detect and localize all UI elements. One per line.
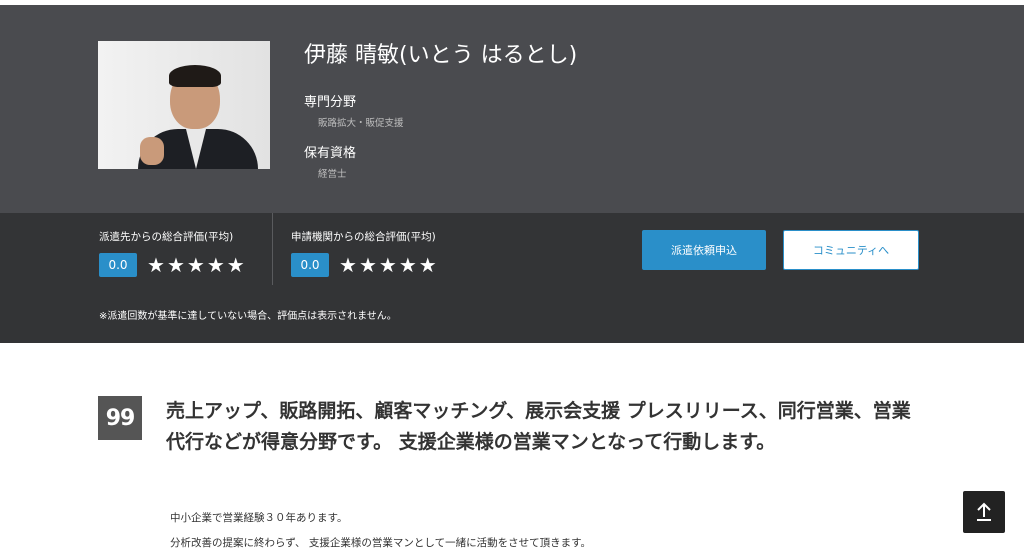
quote-icon: 99 xyxy=(98,396,142,440)
star-icon: ★ xyxy=(206,253,225,277)
profile-name: 伊藤 晴敏(いとう はるとし) xyxy=(304,43,578,68)
agency-rating-title: 申請機関からの総合評価(平均) xyxy=(291,231,436,243)
star-icon: ★ xyxy=(378,253,397,277)
star-icon: ★ xyxy=(186,253,205,277)
agency-rating-row: 0.0 ★ ★ ★ ★ ★ xyxy=(291,253,437,277)
dispatch-request-button[interactable]: 派遣依頼申込 xyxy=(642,230,766,270)
specialty-label: 専門分野 xyxy=(304,95,357,110)
star-icon: ★ xyxy=(358,253,377,277)
scroll-to-top-button[interactable] xyxy=(963,491,1005,533)
profile-header: 伊藤 晴敏(いとう はるとし) 専門分野 販路拡大・販促支援 保有資格 経営士 xyxy=(0,5,1024,213)
profile-photo xyxy=(98,41,270,169)
specialty-value: 販路拡大・販促支援 xyxy=(318,118,404,129)
star-icon: ★ xyxy=(418,253,437,277)
dispatch-stars: ★ ★ ★ ★ ★ xyxy=(147,255,245,275)
dispatch-rating-row: 0.0 ★ ★ ★ ★ ★ xyxy=(99,253,245,277)
star-icon: ★ xyxy=(339,253,357,277)
dispatch-score-badge: 0.0 xyxy=(99,253,137,277)
intro-line-1: 中小企業で営業経験３０年あります。 xyxy=(170,512,348,524)
rating-bar: 派遣先からの総合評価(平均) 0.0 ★ ★ ★ ★ ★ 申請機関からの総合評価… xyxy=(0,213,1024,343)
photo-fist xyxy=(140,137,164,165)
intro-headline: 売上アップ、販路開拓、顧客マッチング、展示会支援 プレスリリース、同行営業、営業… xyxy=(166,400,911,453)
community-button[interactable]: コミュニティへ xyxy=(783,230,919,270)
qualification-label: 保有資格 xyxy=(304,146,357,161)
star-icon: ★ xyxy=(226,253,245,277)
arrow-up-icon xyxy=(977,502,991,521)
agency-rating: 申請機関からの総合評価(平均) 0.0 ★ ★ ★ ★ ★ xyxy=(291,229,437,277)
dispatch-rating-title: 派遣先からの総合評価(平均) xyxy=(99,231,234,243)
star-icon: ★ xyxy=(147,253,165,277)
dispatch-rating: 派遣先からの総合評価(平均) 0.0 ★ ★ ★ ★ ★ xyxy=(99,229,245,277)
agency-score-badge: 0.0 xyxy=(291,253,329,277)
agency-stars: ★ ★ ★ ★ ★ xyxy=(339,255,437,275)
star-icon: ★ xyxy=(166,253,185,277)
rating-divider xyxy=(272,213,273,285)
qualification-value: 経営士 xyxy=(318,169,347,180)
rating-note: ※派遣回数が基準に達していない場合、評価点は表示されません。 xyxy=(99,311,397,322)
photo-hair xyxy=(169,65,221,87)
star-icon: ★ xyxy=(398,253,417,277)
